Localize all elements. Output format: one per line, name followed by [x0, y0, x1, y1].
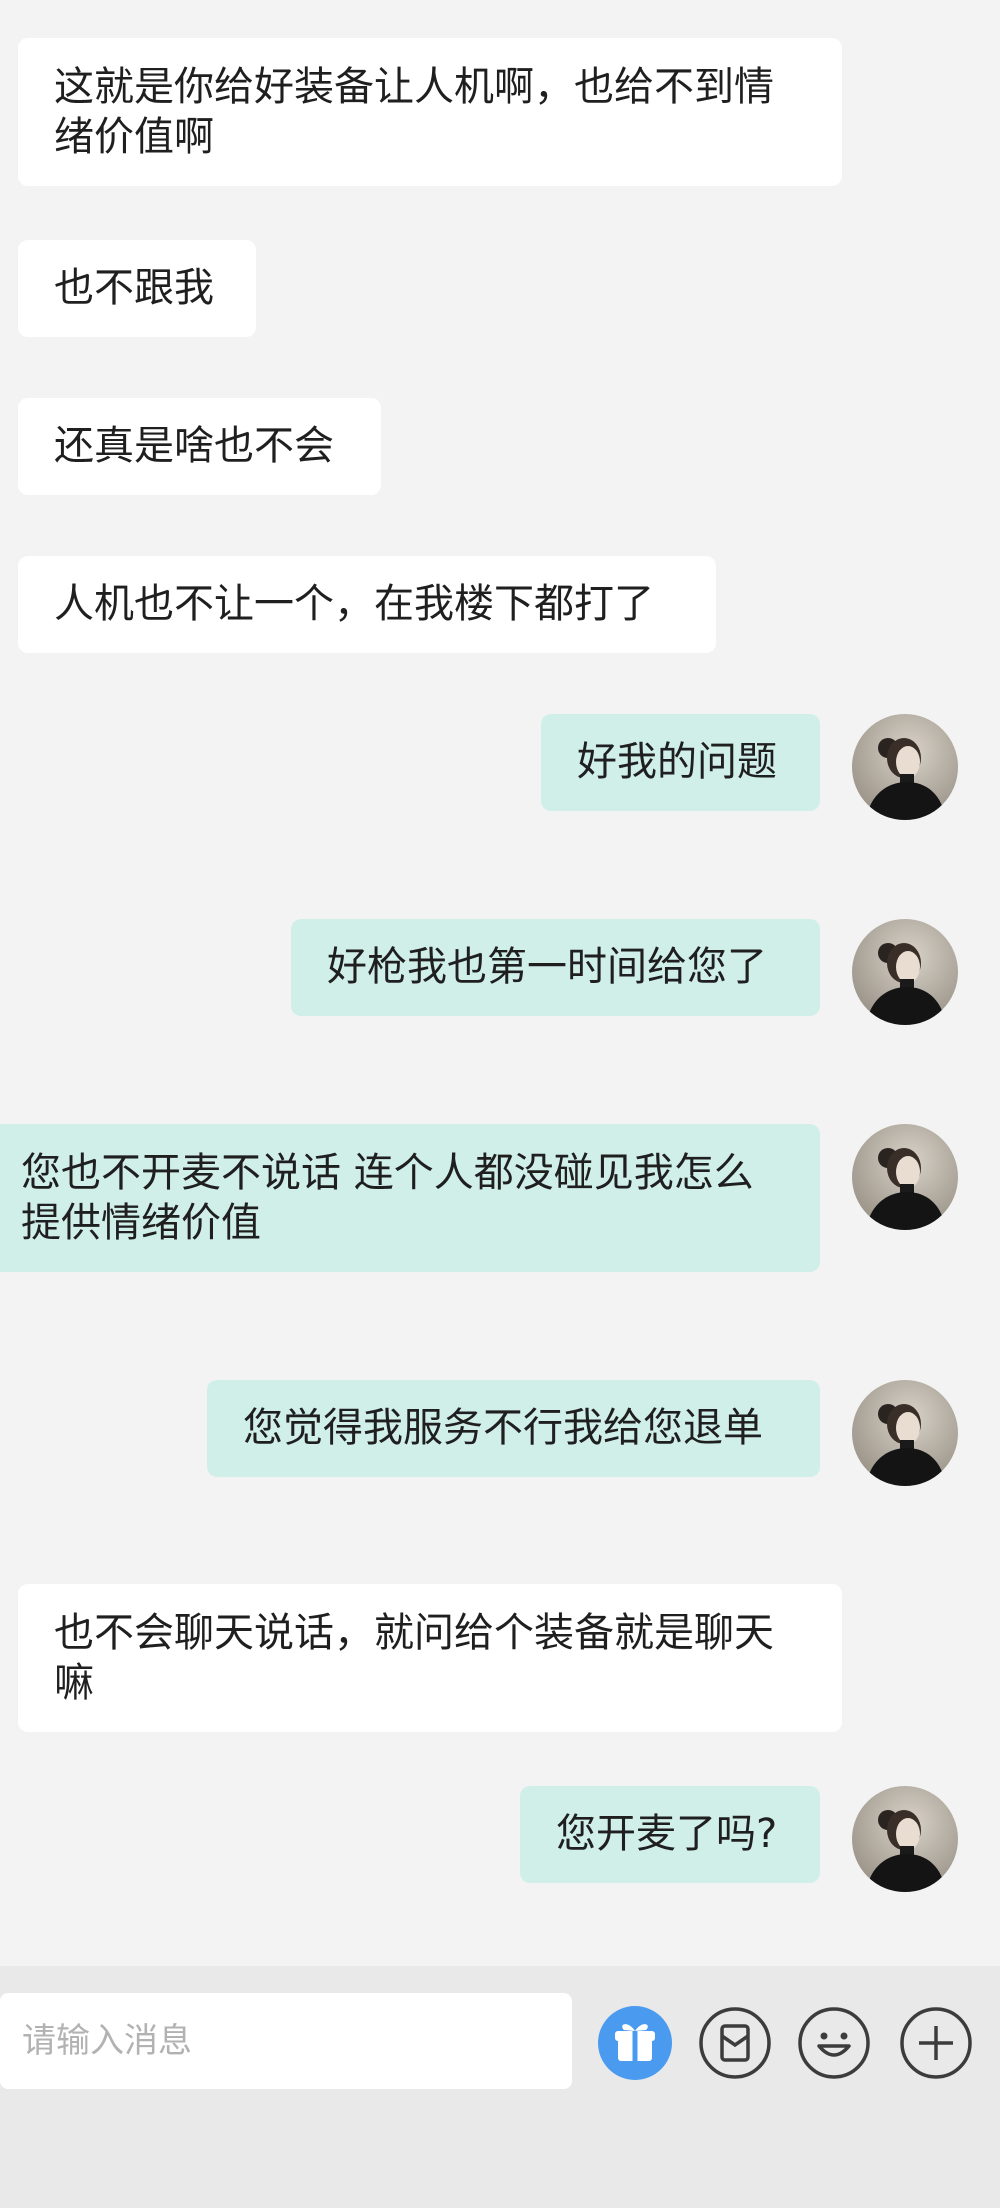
red-packet-button[interactable] [698, 2006, 772, 2080]
message-bubble-outgoing[interactable]: 好我的问题 [541, 714, 820, 811]
gift-button[interactable] [598, 2006, 672, 2080]
message-bubble-outgoing[interactable]: 好枪我也第一时间给您了 [291, 919, 820, 1016]
avatar[interactable] [852, 1380, 958, 1486]
avatar-portrait-icon [852, 714, 958, 820]
gift-icon [598, 2006, 672, 2080]
input-bar: 请输入消息 [0, 1966, 1000, 2208]
plus-button[interactable] [899, 2006, 973, 2080]
avatar[interactable] [852, 1124, 958, 1230]
avatar-portrait-icon [852, 1380, 958, 1486]
avatar[interactable] [852, 1786, 958, 1892]
red-packet-icon [699, 2007, 771, 2079]
avatar[interactable] [852, 919, 958, 1025]
message-bubble-outgoing[interactable]: 您开麦了吗? [520, 1786, 820, 1883]
message-bubble-incoming[interactable]: 还真是啥也不会 [18, 398, 381, 495]
avatar-portrait-icon [852, 1124, 958, 1230]
emoji-button[interactable] [797, 2006, 871, 2080]
message-bubble-incoming[interactable]: 也不跟我 [18, 240, 256, 337]
plus-icon [900, 2007, 972, 2079]
message-bubble-incoming[interactable]: 人机也不让一个，在我楼下都打了 [18, 556, 716, 653]
emoji-icon [798, 2007, 870, 2079]
chat-messages[interactable]: 这就是你给好装备让人机啊，也给不到情 绪价值啊 也不跟我 还真是啥也不会 人机也… [0, 0, 1000, 1966]
message-bubble-outgoing[interactable]: 您也不开麦不说话 连个人都没碰见我怎么 提供情绪价值 [0, 1124, 820, 1272]
message-bubble-outgoing[interactable]: 您觉得我服务不行我给您退单 [207, 1380, 820, 1477]
avatar-portrait-icon [852, 1786, 958, 1892]
avatar-portrait-icon [852, 919, 958, 1025]
message-input[interactable]: 请输入消息 [0, 1993, 572, 2089]
message-bubble-incoming[interactable]: 也不会聊天说话，就问给个装备就是聊天 嘛 [18, 1584, 842, 1732]
avatar[interactable] [852, 714, 958, 820]
message-bubble-incoming[interactable]: 这就是你给好装备让人机啊，也给不到情 绪价值啊 [18, 38, 842, 186]
